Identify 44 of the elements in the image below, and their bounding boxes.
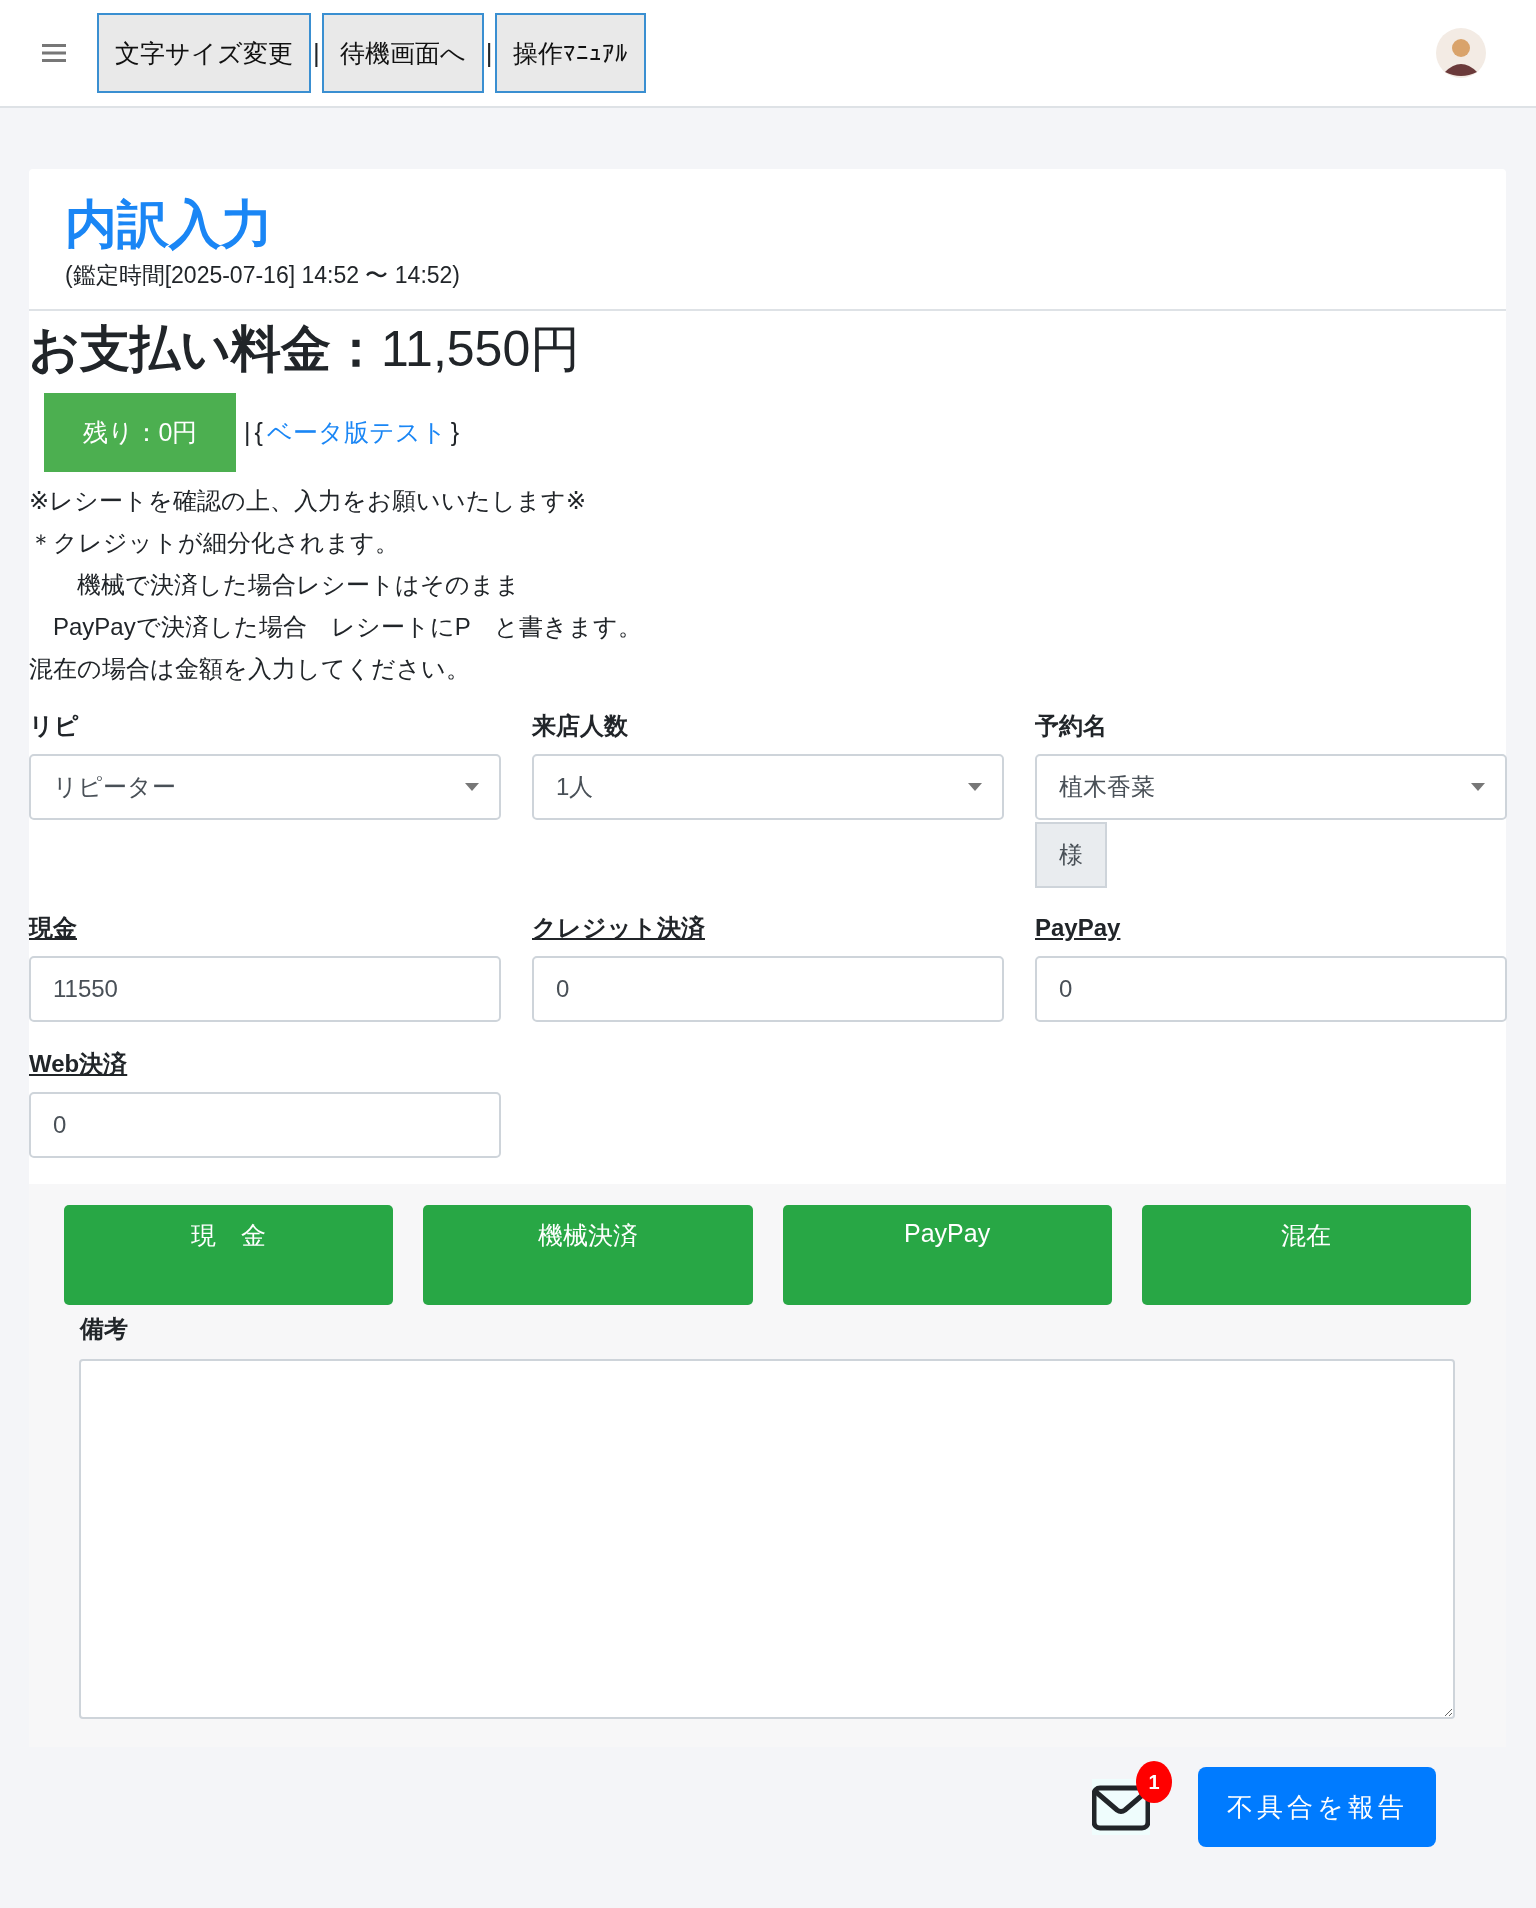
nav-button[interactable]: 操作ﾏﾆｭｱﾙ (494, 13, 646, 93)
appraisal-time: (鑑定時間[2025-07-16] 14:52 〜 14:52) (65, 261, 462, 290)
field-label: 来店人数 (532, 711, 629, 741)
field-label: リピ (29, 711, 80, 741)
select-field[interactable]: 1人 (532, 754, 1004, 820)
beta-test-link[interactable]: ベータ版テスト (266, 416, 447, 449)
nav-button[interactable]: 文字サイズ変更 (97, 13, 311, 93)
notification-badge: 1 (1136, 1761, 1172, 1803)
mail-icon[interactable] (1092, 1779, 1150, 1835)
field-label: PayPay (1035, 913, 1122, 943)
remaining-badge: 残り：0円 (44, 393, 236, 472)
note-text: ＊クレジットが細分化されます。 (29, 528, 400, 558)
brace-text: } (450, 418, 460, 447)
report-button[interactable]: 不具合を報告 (1198, 1767, 1436, 1847)
amount-input[interactable]: 0 (532, 956, 1004, 1022)
payment-amount: 11,550円 (381, 320, 581, 379)
amount-input[interactable]: 0 (29, 1092, 501, 1158)
field-label: Web決済 (29, 1049, 129, 1079)
select-field[interactable]: 植木香菜 (1035, 754, 1507, 820)
amount-input[interactable]: 0 (1035, 956, 1507, 1022)
field-label: 現金 (29, 913, 78, 943)
dropdown-icon (1471, 783, 1485, 791)
field-label: 予約名 (1035, 711, 1108, 741)
separator-text: | (313, 37, 320, 69)
dropdown-icon (465, 783, 479, 791)
honorific-label: 様 (1035, 822, 1107, 888)
page-title: 内訳入力 (65, 194, 274, 255)
amount-input[interactable]: 11550 (29, 956, 501, 1022)
note-text: 混在の場合は金額を入力してください。 (29, 654, 471, 684)
note-text: 機械で決済した場合レシートはそのまま (76, 570, 521, 600)
field-label: クレジット決済 (532, 913, 706, 943)
payment-label: お支払い料金： (29, 320, 381, 379)
nav-button[interactable]: 待機画面へ (321, 13, 484, 93)
note-text: ※レシートを確認の上、入力をお願いいたします※ (29, 486, 588, 516)
note-text: PayPayで決済した場合 レシートにP と書きます。 (52, 612, 644, 642)
separator-text: | (485, 37, 493, 69)
menu-icon[interactable] (42, 43, 66, 63)
avatar-icon[interactable] (1436, 28, 1486, 78)
remarks-field[interactable] (79, 1359, 1455, 1719)
dropdown-icon (968, 783, 982, 791)
remarks-label: 備考 (80, 1314, 129, 1344)
separator-text: | (244, 418, 251, 447)
brace-text: { (254, 418, 263, 447)
select-field[interactable]: リピーター (29, 754, 501, 820)
